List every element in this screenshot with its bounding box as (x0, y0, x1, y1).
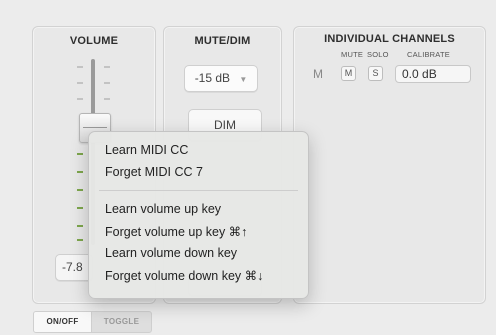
solo-column-header: SOLO (367, 50, 389, 59)
onoff-segment[interactable]: ON/OFF (34, 312, 92, 332)
calibrate-column-header: CALIBRATE (407, 50, 450, 59)
mute-column-header: MUTE (341, 50, 364, 59)
menu-item-forget-volume-down[interactable]: Forget volume down key ⌘↓ (105, 268, 263, 283)
mute-dim-title: MUTE/DIM (194, 35, 251, 47)
dim-amount-select[interactable]: -15 dB ▼ (184, 65, 258, 92)
channel-mute-button[interactable]: M (341, 66, 356, 81)
menu-item-learn-volume-up[interactable]: Learn volume up key (105, 202, 221, 216)
onoff-toggle[interactable]: ON/OFF TOGGLE (33, 311, 152, 333)
toggle-segment[interactable]: TOGGLE (92, 312, 151, 332)
calibrate-field[interactable]: 0.0 dB (395, 65, 471, 83)
dim-label: DIM (214, 118, 236, 132)
toggle-label: TOGGLE (103, 317, 140, 326)
context-menu: Learn MIDI CC Forget MIDI CC 7 Learn vol… (88, 131, 309, 299)
menu-item-forget-midi-cc[interactable]: Forget MIDI CC 7 (105, 165, 203, 179)
channels-title: INDIVIDUAL CHANNELS (324, 33, 455, 45)
menu-separator (99, 190, 298, 191)
volume-title: VOLUME (69, 35, 119, 47)
channel-name: M (313, 67, 323, 81)
onoff-label: ON/OFF (46, 317, 79, 326)
menu-item-forget-volume-up[interactable]: Forget volume up key ⌘↑ (105, 224, 247, 239)
menu-item-learn-midi-cc[interactable]: Learn MIDI CC (105, 143, 188, 157)
volume-value-text: -7.8 (62, 260, 83, 274)
calibrate-value: 0.0 dB (402, 67, 437, 81)
chevron-down-icon: ▼ (239, 75, 248, 84)
channel-solo-button[interactable]: S (368, 66, 383, 81)
dim-amount-value: -15 dB (194, 71, 231, 85)
menu-item-learn-volume-down[interactable]: Learn volume down key (105, 246, 237, 260)
channels-panel: INDIVIDUAL CHANNELS MUTE SOLO CALIBRATE … (293, 26, 486, 304)
